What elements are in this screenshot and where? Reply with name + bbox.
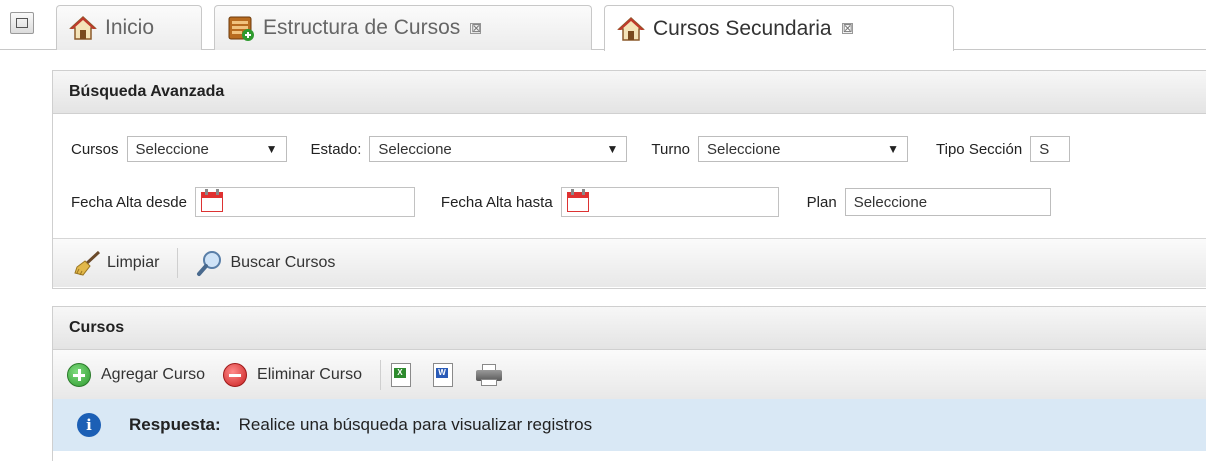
printer-icon — [475, 363, 503, 386]
limpiar-label: Limpiar — [107, 254, 160, 271]
collapse-menu-button[interactable] — [10, 12, 34, 34]
toolbar-divider — [177, 248, 179, 278]
tipo-seccion-select[interactable]: S — [1030, 136, 1071, 162]
cursos-panel: Cursos Agregar Curso Eliminar Curso X W … — [52, 306, 1206, 461]
home-icon — [69, 14, 97, 42]
estado-select[interactable]: Seleccione ▼ — [369, 136, 628, 162]
export-word-button[interactable]: W — [432, 362, 453, 387]
agregar-curso-button[interactable]: Agregar Curso — [67, 361, 205, 389]
tab-label: Estructura de Cursos — [263, 16, 461, 39]
fecha-hasta-label: Fecha Alta hasta — [440, 193, 553, 211]
select-value: Seleccione — [853, 193, 928, 211]
fecha-desde-label: Fecha Alta desde — [71, 193, 187, 211]
calendar-icon[interactable] — [200, 189, 223, 212]
eliminar-label: Eliminar Curso — [257, 365, 362, 383]
collapse-icon — [16, 18, 28, 28]
response-message: i Respuesta: Realice una búsqueda para v… — [53, 399, 1206, 451]
buscar-cursos-button[interactable]: Buscar Cursos — [196, 249, 335, 277]
limpiar-button[interactable]: Limpiar — [73, 249, 159, 277]
home-icon — [617, 15, 645, 43]
add-icon — [67, 361, 95, 389]
plan-select[interactable]: Seleccione — [844, 188, 1051, 216]
tab-cursos-secundaria[interactable]: Cursos Secundaria ⊠ — [604, 5, 954, 51]
plan-label: Plan — [806, 193, 837, 211]
filter-row-2: Fecha Alta desde Fecha Alta hasta Plan S… — [71, 187, 1051, 217]
select-value: Seleccione — [135, 140, 209, 158]
chevron-down-icon: ▼ — [606, 142, 619, 156]
delete-icon — [223, 361, 251, 389]
calendar-icon[interactable] — [566, 189, 589, 212]
select-value: Seleccione — [378, 140, 452, 158]
eliminar-curso-button[interactable]: Eliminar Curso — [223, 361, 362, 389]
filter-row-1: Cursos Seleccione ▼ Estado: Seleccione ▼… — [71, 136, 1071, 162]
structure-icon — [227, 14, 255, 42]
fecha-hasta-input[interactable] — [560, 187, 779, 217]
toolbar-divider — [379, 359, 381, 390]
broom-icon — [73, 249, 101, 277]
buscar-label: Buscar Cursos — [230, 254, 336, 271]
print-button[interactable] — [475, 363, 503, 386]
respuesta-label: Respuesta: — [129, 415, 221, 434]
advanced-search-panel: Búsqueda Avanzada Cursos Seleccione ▼ Es… — [52, 70, 1206, 289]
cursos-label: Cursos — [71, 140, 119, 158]
chevron-down-icon: ▼ — [265, 142, 278, 156]
agregar-label: Agregar Curso — [101, 365, 206, 383]
search-icon — [196, 249, 224, 277]
tipo-seccion-label: Tipo Sección — [936, 140, 1023, 158]
cursos-select[interactable]: Seleccione ▼ — [126, 136, 287, 162]
close-tab-icon[interactable]: ⊠ — [470, 22, 481, 34]
tab-label: Inicio — [105, 16, 155, 39]
select-value: Seleccione — [707, 140, 781, 158]
cursos-toolbar: Agregar Curso Eliminar Curso X W — [53, 350, 1206, 399]
turno-select[interactable]: Seleccione ▼ — [698, 136, 909, 162]
panel-title: Búsqueda Avanzada — [53, 71, 1206, 114]
turno-label: Turno — [651, 140, 691, 158]
chevron-down-icon: ▼ — [887, 142, 900, 156]
fecha-desde-input[interactable] — [194, 187, 415, 217]
tab-inicio[interactable]: Inicio — [56, 5, 202, 50]
panel-title: Cursos — [53, 307, 1206, 350]
close-tab-icon[interactable]: ⊠ — [841, 22, 853, 34]
respuesta-text: Realice una búsqueda para visualizar reg… — [238, 415, 593, 434]
search-toolbar: Limpiar Buscar Cursos — [53, 238, 1206, 287]
excel-icon: X — [390, 362, 411, 387]
tab-label: Cursos Secundaria — [653, 16, 832, 40]
select-value: S — [1039, 140, 1050, 158]
estado-label: Estado: — [310, 140, 362, 158]
tab-bar: Inicio Estructura de Cursos ⊠ Cursos Sec… — [0, 0, 1206, 51]
export-excel-button[interactable]: X — [390, 362, 411, 387]
tab-estructura-cursos[interactable]: Estructura de Cursos ⊠ — [214, 5, 592, 50]
info-icon: i — [77, 413, 101, 437]
word-icon: W — [432, 362, 453, 387]
